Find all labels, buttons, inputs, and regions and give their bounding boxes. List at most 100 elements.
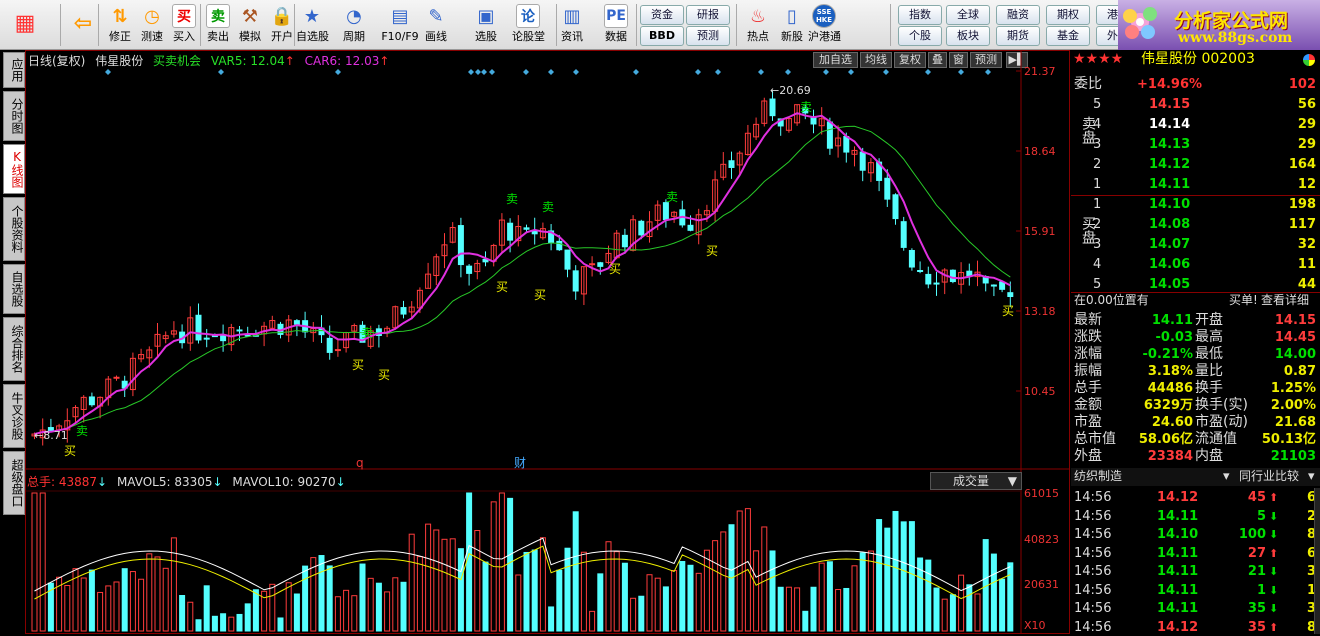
toolbar-menu-button[interactable]: ▦ bbox=[6, 3, 44, 47]
toolbar-news-button[interactable]: ▥ 资讯 bbox=[556, 3, 588, 47]
buy-signal-label: 买 bbox=[706, 244, 718, 258]
toolbar-small-button[interactable]: 融资 bbox=[996, 5, 1040, 25]
chevron-down-icon: ▾ bbox=[1308, 469, 1315, 484]
toolbar-small-button[interactable]: 期货 bbox=[996, 26, 1040, 46]
volume-bar bbox=[441, 538, 448, 632]
toolbar-small-button[interactable]: 研报 bbox=[686, 5, 730, 25]
buy-level-row[interactable]: 3 14.07 32 bbox=[1071, 236, 1320, 253]
industry-label[interactable]: 纺织制造 bbox=[1074, 468, 1122, 485]
arrow-up-icon: ⇅ bbox=[112, 5, 128, 27]
down-arrow-icon: ⬇ bbox=[1269, 509, 1279, 523]
volume-bar bbox=[966, 584, 973, 632]
tick-volume: 1 bbox=[1256, 582, 1266, 598]
candle-body bbox=[220, 335, 227, 342]
toolbar-small-button[interactable]: 指数 bbox=[898, 5, 942, 25]
buy-signal-label: 买 bbox=[609, 262, 621, 276]
signal-diamond-icon bbox=[481, 69, 487, 75]
volume-bar bbox=[802, 610, 809, 632]
toolbar-star-button[interactable]: ★ 自选股 bbox=[296, 3, 329, 47]
buy-side-label: 买盘 bbox=[1080, 216, 1096, 244]
stat-row: 市盈 24.60 市盈(动) 21.68 bbox=[1071, 414, 1320, 431]
buy-level-row[interactable]: 5 14.05 44 bbox=[1071, 276, 1320, 293]
buy-level-row[interactable]: 4 14.06 11 bbox=[1071, 256, 1320, 273]
toolbar-f10-button[interactable]: ▤ F10/F9 bbox=[380, 3, 420, 47]
sidebar-tab[interactable]: 应用 bbox=[3, 52, 25, 88]
toolbar-small-button[interactable]: 个股 bbox=[898, 26, 942, 46]
sell-level-row[interactable]: 1 14.11 12 bbox=[1071, 176, 1320, 193]
sidebar-tab[interactable]: 分时图 bbox=[3, 91, 25, 141]
toolbar-pe-button[interactable]: PE 数据 bbox=[600, 3, 632, 47]
tick-volume: 35 bbox=[1247, 601, 1266, 616]
toolbar-hk-connect-button[interactable]: SSE HKE 沪港通 bbox=[808, 3, 841, 47]
indicator-select[interactable]: 成交量 ▼ bbox=[930, 472, 1022, 490]
toolbar-arrow-up-button[interactable]: ⇅ 修正 bbox=[104, 3, 136, 47]
color-wheel-icon[interactable] bbox=[1303, 54, 1315, 66]
toolbar-clock-button[interactable]: ◷ 测速 bbox=[136, 3, 168, 47]
volume-bar bbox=[474, 530, 481, 632]
sidebar-tab[interactable]: 个股资料 bbox=[3, 197, 25, 261]
toolbar-hammer-button[interactable]: ⚒ 模拟 bbox=[234, 3, 266, 47]
buy-level-row[interactable]: 2 14.08 117 bbox=[1071, 216, 1320, 233]
stat-label: 总手 bbox=[1074, 380, 1102, 396]
toolbar-small-button[interactable]: 全球 bbox=[946, 5, 990, 25]
volume-bar bbox=[113, 581, 120, 632]
peer-compare-button[interactable]: 同行业比较 bbox=[1239, 468, 1299, 485]
stat-value: 6329万 bbox=[1143, 398, 1193, 413]
menu-icon: ▦ bbox=[14, 10, 36, 36]
stat-label: 最新 bbox=[1074, 312, 1102, 328]
sell-level-row[interactable]: 3 14.13 29 bbox=[1071, 136, 1320, 153]
tick-time: 14:56 bbox=[1074, 508, 1112, 524]
stat-value: 23384 bbox=[1147, 449, 1193, 464]
sidebar-tab[interactable]: 自选股 bbox=[3, 264, 25, 314]
tick-row: 14:56 14.11 35 ⬇ 3 bbox=[1071, 600, 1320, 617]
sidebar-tab[interactable]: 超级盘口 bbox=[3, 451, 25, 515]
stat-row: 外盘 23384 内盘 21103 bbox=[1071, 448, 1320, 465]
toolbar-screen-button[interactable]: ▣ 选股 bbox=[470, 3, 502, 47]
candle-body bbox=[917, 269, 924, 272]
view-detail-link[interactable]: 查看详细 bbox=[1261, 292, 1309, 309]
buy-level-row[interactable]: 1 14.10 198 bbox=[1071, 196, 1320, 213]
toolbar-forum-button[interactable]: 论论股堂 bbox=[512, 3, 545, 47]
signal-diamond-icon bbox=[985, 69, 991, 75]
level-price: 14.07 bbox=[1149, 237, 1191, 252]
toolbar-small-button[interactable]: 资金 bbox=[640, 5, 684, 25]
signal-diamond-icon bbox=[958, 69, 964, 75]
volume-bar bbox=[220, 613, 227, 632]
sidebar-tab[interactable]: 综合排名 bbox=[3, 317, 25, 381]
toolbar-small-button[interactable]: 期权 bbox=[1046, 5, 1090, 25]
price-axis-label: 21.37 bbox=[1024, 65, 1056, 78]
candle-body bbox=[195, 314, 202, 341]
toolbar-sell-button[interactable]: 卖卖出 bbox=[202, 3, 234, 47]
toolbar-fire-button[interactable]: ♨ 热点 bbox=[742, 3, 774, 47]
toolbar-small-button[interactable]: 基金 bbox=[1046, 26, 1090, 46]
toolbar-buy-button[interactable]: 买买入 bbox=[168, 3, 200, 47]
toolbar-cycle-button[interactable]: ◔ 周期 bbox=[338, 3, 370, 47]
buy-order-link[interactable]: 买单! bbox=[1229, 292, 1258, 309]
sell-level-row[interactable]: 2 14.12 164 bbox=[1071, 156, 1320, 173]
sidebar-tab[interactable]: 牛叉诊股 bbox=[3, 384, 25, 448]
stat-label: 最高 bbox=[1195, 329, 1223, 345]
sell-level-row[interactable]: 5 14.15 56 bbox=[1071, 96, 1320, 113]
toolbar-new-stock-button[interactable]: ▯ 新股 bbox=[776, 3, 808, 47]
volume-bar bbox=[228, 616, 235, 632]
toolbar-pencil-button[interactable]: ✎ 画线 bbox=[420, 3, 452, 47]
toolbar-back-button[interactable]: ⇦ bbox=[64, 3, 102, 47]
ma-line-green bbox=[34, 125, 1011, 435]
buy-signal-label: 买 bbox=[378, 368, 390, 382]
volume-bar bbox=[236, 613, 243, 632]
high-price-label: ←20.69 bbox=[770, 84, 811, 97]
toolbar-small-button[interactable]: BBD bbox=[640, 26, 684, 46]
volume-bar bbox=[654, 577, 661, 632]
toolbar-small-button[interactable]: 板块 bbox=[946, 26, 990, 46]
candle-body bbox=[523, 227, 530, 230]
volume-axis-label: 61015 bbox=[1024, 487, 1059, 500]
volume-bar bbox=[302, 565, 309, 632]
volume-bar bbox=[408, 533, 415, 632]
stat-label: 总市值 bbox=[1074, 431, 1116, 447]
sell-level-row[interactable]: 4 14.14 29 bbox=[1071, 116, 1320, 133]
stat-value: -0.21% bbox=[1142, 347, 1194, 362]
toolbar-small-button[interactable]: 预测 bbox=[686, 26, 730, 46]
sidebar-tab[interactable]: K线图 bbox=[3, 144, 25, 194]
tick-scrollbar[interactable] bbox=[1314, 488, 1320, 634]
volume-axis-label: 20631 bbox=[1024, 578, 1059, 591]
